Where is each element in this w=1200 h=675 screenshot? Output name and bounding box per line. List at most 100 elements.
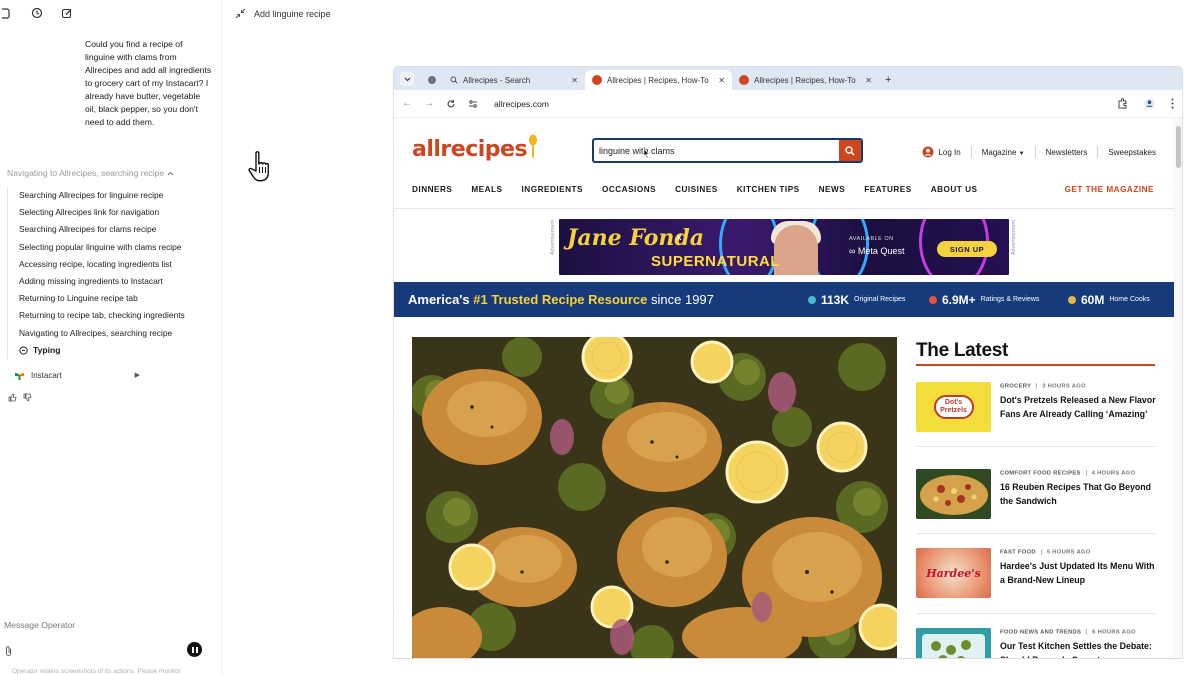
task-header: Add linguine recipe <box>235 8 331 19</box>
task-title: Add linguine recipe <box>254 8 331 19</box>
step-item: Navigating to Allrecipes, searching reci… <box>19 327 173 338</box>
progress-header-label: Navigating to Allrecipes, searching reci… <box>7 168 165 178</box>
extensions-icon[interactable] <box>1117 98 1128 109</box>
forward-icon[interactable]: → <box>424 98 434 109</box>
step-item: Returning to Linguine recipe tab <box>19 293 138 304</box>
search-input[interactable]: linguine with clams <box>594 146 839 156</box>
latest-thumbnail <box>916 628 991 658</box>
browser-actions <box>1117 98 1174 109</box>
header-divider <box>394 208 1176 209</box>
latest-time: 3 HOURS AGO <box>1042 383 1086 390</box>
close-icon[interactable]: ✕ <box>571 76 578 85</box>
banner-highlight: #1 Trusted Recipe Resource <box>473 292 648 307</box>
banner-prefix: America's <box>408 292 474 307</box>
back-icon[interactable]: ← <box>402 98 412 109</box>
pause-button[interactable] <box>187 642 202 657</box>
new-task-icon[interactable] <box>60 6 74 20</box>
latest-thumbnail: Hardee's <box>916 548 991 598</box>
page-scrollbar[interactable] <box>1174 118 1182 658</box>
play-icon: ▶ <box>134 372 140 379</box>
ad-x: x <box>677 233 682 242</box>
sweepstakes-link[interactable]: Sweepstakes <box>1108 148 1156 157</box>
tab-allrecipes-home[interactable]: Allrecipes | Recipes, How-To ✕ <box>732 70 879 90</box>
stat-ratings: 6.9M+ Ratings & Reviews <box>929 282 1039 317</box>
address-bar: ← → allrecipes.com <box>394 90 1182 118</box>
stat-number: 113K <box>821 292 850 307</box>
latest-headline[interactable]: Dot's Pretzels Released a New Flavor Fan… <box>1000 394 1156 421</box>
scrollbar-thumb[interactable] <box>1176 126 1181 168</box>
globe-icon <box>428 76 436 84</box>
step-item: Accessing recipe, locating ingredients l… <box>19 258 172 269</box>
sidebar-toggle-icon[interactable] <box>0 6 14 20</box>
ad-subheadline: SUPERNATURAL <box>651 253 781 270</box>
profile-icon[interactable] <box>1144 98 1155 109</box>
browser-window: Allrecipes - Search ✕ Allrecipes | Recip… <box>393 66 1183 659</box>
footnote: Operator retains screenshots of its acti… <box>12 668 181 675</box>
latest-meta: FAST FOOD 5 HOURS AGO <box>1000 549 1091 556</box>
user-message: Could you find a recipe of linguine with… <box>85 39 212 127</box>
stat-dot <box>808 295 816 304</box>
panel-toolbar <box>0 6 74 20</box>
allrecipes-favicon-icon <box>739 75 749 85</box>
tab-allrecipes-search[interactable]: Allrecipes - Search ✕ <box>420 70 585 90</box>
banner-suffix: since 1997 <box>647 292 714 307</box>
operator-panel: Could you find a recipe of linguine with… <box>0 0 222 675</box>
get-magazine-link[interactable]: GET THE MAGAZINE <box>1065 185 1154 194</box>
instacart-app-row[interactable]: Instacart ▶ <box>6 364 146 386</box>
ad-signup-button[interactable]: SIGN UP <box>937 241 997 257</box>
latest-item[interactable]: FOOD NEWS AND TRENDS 6 HOURS AGO Our Test… <box>916 628 1155 658</box>
nav-cuisines[interactable]: CUISINES <box>675 185 718 194</box>
latest-headline[interactable]: Hardee's Just Updated Its Menu With a Br… <box>1000 560 1156 587</box>
site-info-icon[interactable] <box>468 99 478 109</box>
nav-features[interactable]: FEATURES <box>864 185 912 194</box>
nav-about-us[interactable]: ABOUT US <box>931 185 978 194</box>
nav-ingredients[interactable]: INGREDIENTS <box>522 185 583 194</box>
banner-tagline: America's #1 Trusted Recipe Resource sin… <box>408 292 714 307</box>
advertisement-banner[interactable]: Jane Fonda x SUPERNATURAL AVAILABLE ON ∞… <box>559 219 1009 275</box>
latest-item[interactable]: COMFORT FOOD RECIPES 4 HOURS AGO 16 Reube… <box>916 469 1155 521</box>
message-input[interactable]: Message Operator <box>4 620 75 630</box>
reload-icon[interactable] <box>446 99 456 109</box>
tab-search-button[interactable] <box>400 72 414 86</box>
newsletters-link[interactable]: Newsletters <box>1046 148 1088 157</box>
close-icon[interactable]: ✕ <box>865 76 872 85</box>
url-field[interactable]: allrecipes.com <box>494 99 549 109</box>
stat-number: 6.9M+ <box>942 292 976 307</box>
nav-news[interactable]: NEWS <box>819 185 846 194</box>
ad-label-left: Advertisement <box>550 220 556 256</box>
step-item: Searching Allrecipes for clams recipe <box>19 224 157 235</box>
nav-dinners[interactable]: DINNERS <box>412 185 452 194</box>
close-icon[interactable]: ✕ <box>718 76 725 85</box>
instacart-icon <box>15 372 24 380</box>
allrecipes-logo[interactable]: allrecipes <box>412 134 538 162</box>
nav-kitchen-tips[interactable]: KITCHEN TIPS <box>737 185 800 194</box>
tab-allrecipes-home-active[interactable]: Allrecipes | Recipes, How-To ✕ <box>585 70 732 90</box>
latest-underline <box>916 364 1155 366</box>
thumbs-down-icon[interactable] <box>23 393 32 402</box>
logo-text: allrecipes <box>412 137 528 162</box>
latest-item[interactable]: Dot's Pretzels GROCERY 3 HOURS AGO Dot's … <box>916 382 1156 434</box>
new-tab-icon[interactable]: + <box>885 74 891 86</box>
latest-headline[interactable]: 16 Reuben Recipes That Go Beyond the San… <box>1000 481 1156 508</box>
more-vertical-icon[interactable] <box>1171 98 1174 109</box>
tab-strip: Allrecipes - Search ✕ Allrecipes | Recip… <box>394 67 1182 90</box>
collapse-icon[interactable] <box>235 8 246 19</box>
hero-food-illustration <box>412 337 897 658</box>
search-button[interactable] <box>839 140 861 161</box>
tab-title: Allrecipes - Search <box>463 75 531 85</box>
latest-item[interactable]: Hardee's FAST FOOD 5 HOURS AGO Hardee's J… <box>916 548 1155 600</box>
login-link[interactable]: Log In <box>922 146 961 158</box>
ad-portrait <box>774 225 818 275</box>
progress-header[interactable]: Navigating to Allrecipes, searching reci… <box>7 168 174 178</box>
hero-image[interactable] <box>412 337 897 658</box>
magazine-menu[interactable]: Magazine ▼ <box>982 148 1025 157</box>
step-item: Adding missing ingredients to Instacart <box>19 276 163 287</box>
history-icon[interactable] <box>30 6 44 20</box>
stat-recipes: 113K Original Recipes <box>808 282 905 317</box>
nav-occasions[interactable]: OCCASIONS <box>602 185 656 194</box>
nav-meals[interactable]: MEALS <box>471 185 502 194</box>
latest-headline[interactable]: Our Test Kitchen Settles the Debate: Sho… <box>1000 640 1155 658</box>
stat-label: Home Cooks <box>1109 296 1150 303</box>
thumbs-up-icon[interactable] <box>8 393 17 402</box>
paperclip-icon[interactable] <box>4 644 13 662</box>
